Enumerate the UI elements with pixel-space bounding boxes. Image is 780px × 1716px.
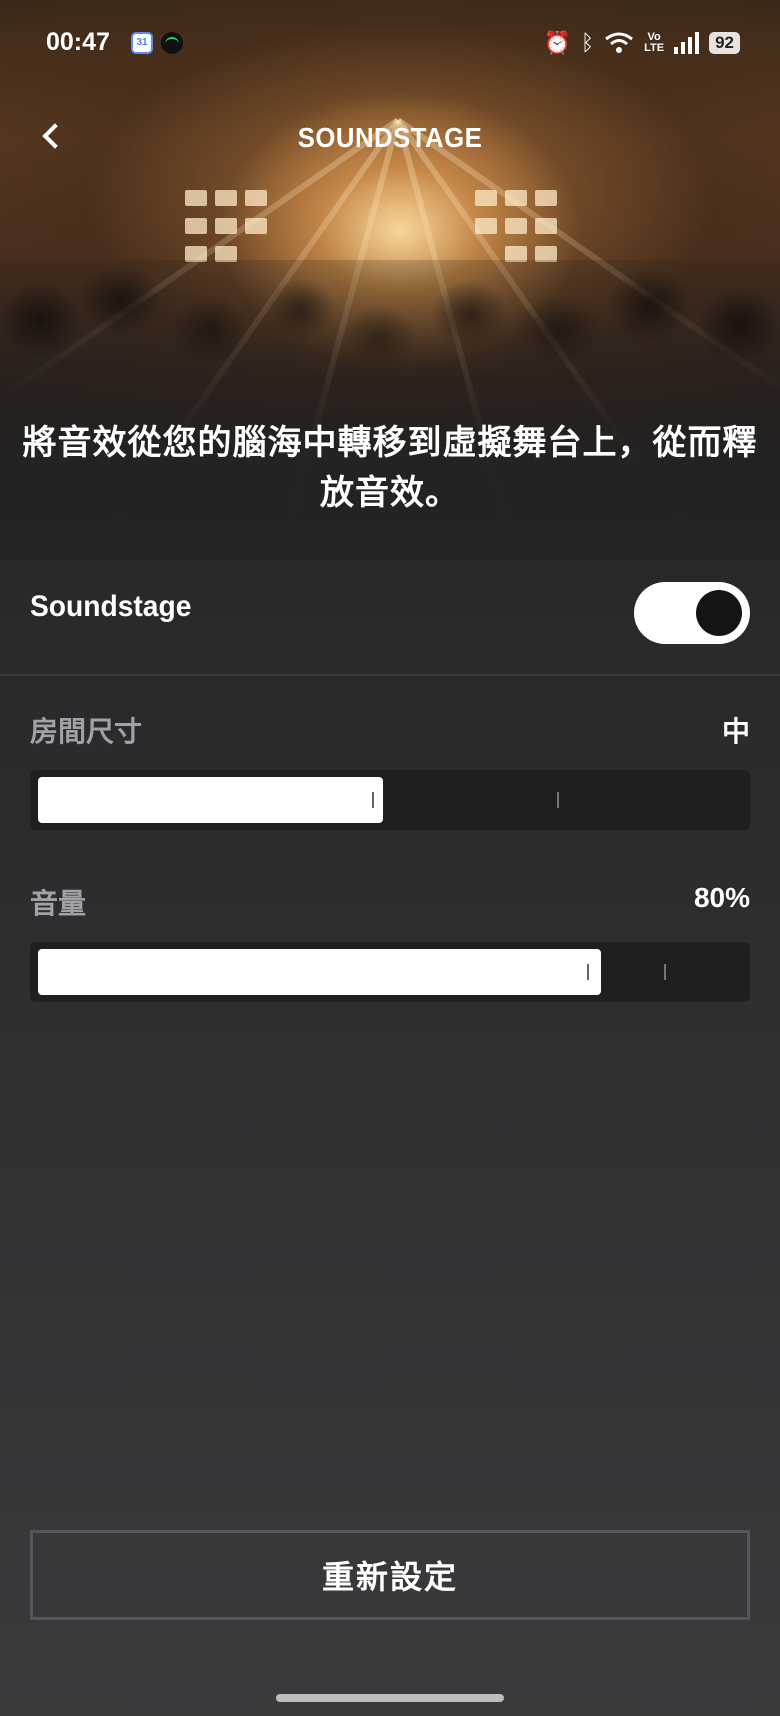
soundstage-toggle[interactable] bbox=[634, 582, 750, 644]
home-indicator[interactable] bbox=[276, 1694, 504, 1702]
room-size-slider-fill bbox=[38, 777, 383, 823]
volume-label: 音量 bbox=[30, 888, 87, 919]
soundstage-toggle-label: Soundstage bbox=[30, 590, 192, 623]
toggle-knob bbox=[696, 590, 742, 636]
volume-control: 音量 80% bbox=[30, 882, 750, 1002]
room-size-label: 房間尺寸 bbox=[30, 716, 143, 747]
room-size-control: 房間尺寸 中 bbox=[30, 710, 750, 830]
calendar-app-icon: 31 bbox=[131, 32, 153, 54]
alarm-icon: ⏰ bbox=[543, 30, 571, 55]
reset-button[interactable]: 重新設定 bbox=[30, 1530, 750, 1620]
volume-value: 80% bbox=[693, 882, 750, 913]
volume-tick-90 bbox=[664, 964, 666, 980]
status-bar: 00:47 31 ⏰ ᛒ Vo LTE 92 bbox=[0, 0, 780, 88]
room-size-tick-small bbox=[372, 792, 374, 808]
page-title: SOUNDSTAGE bbox=[297, 122, 483, 153]
volume-slider[interactable] bbox=[30, 942, 750, 1002]
room-size-slider[interactable] bbox=[30, 770, 750, 830]
volume-slider-fill bbox=[38, 949, 601, 995]
volume-tick-80 bbox=[587, 964, 589, 980]
volte-icon: Vo LTE bbox=[644, 31, 665, 54]
soundstage-toggle-row: Soundstage bbox=[0, 572, 780, 676]
room-size-value: 中 bbox=[721, 716, 750, 747]
wifi-icon bbox=[605, 32, 634, 53]
hero-tagline: 將音效從您的腦海中轉移到虛擬舞台上，從而釋放音效。 bbox=[22, 424, 758, 512]
status-time: 00:47 bbox=[46, 28, 110, 56]
bluetooth-icon: ᛒ bbox=[580, 30, 595, 55]
spotify-app-icon bbox=[161, 32, 183, 54]
battery-indicator: 92 bbox=[709, 32, 740, 54]
soundstage-screen: 00:47 31 ⏰ ᛒ Vo LTE 92 SOUNDSTAGE 將音效從您的腦… bbox=[0, 0, 780, 1716]
room-size-tick-large bbox=[557, 792, 559, 808]
signal-icon bbox=[674, 32, 700, 54]
